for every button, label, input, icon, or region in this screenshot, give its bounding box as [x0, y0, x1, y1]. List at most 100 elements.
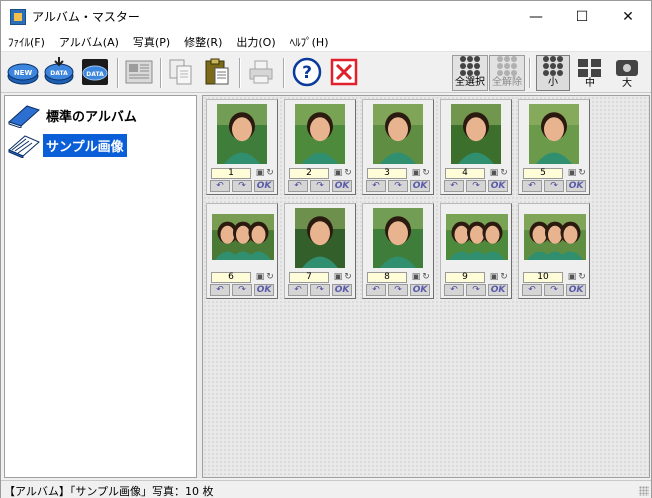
print-button[interactable]	[245, 56, 277, 88]
photo-number[interactable]: 3	[367, 168, 407, 179]
ok-button[interactable]: OK	[566, 284, 586, 296]
minimize-button[interactable]: —	[513, 1, 559, 32]
rotate-left-button[interactable]: ↶	[288, 180, 308, 192]
rotate-right-button[interactable]: ↷	[310, 180, 330, 192]
album-standard[interactable]: 標準のアルバム	[7, 100, 140, 130]
photo-thumbnail[interactable]: 3 ▣ ↻ ↶ ↷ OK	[362, 99, 434, 195]
rotate-left-button[interactable]: ↶	[210, 180, 230, 192]
photo-number[interactable]: 1	[211, 168, 251, 179]
photo-number[interactable]: 2	[289, 168, 329, 179]
photo-number[interactable]: 5	[523, 168, 563, 179]
photo-number[interactable]: 4	[445, 168, 485, 179]
refresh-icon[interactable]: ↻	[499, 167, 509, 179]
rotate-right-button[interactable]: ↷	[466, 284, 486, 296]
refresh-icon[interactable]: ↻	[343, 271, 353, 283]
refresh-icon[interactable]: ↻	[577, 271, 587, 283]
photo-image[interactable]	[446, 214, 508, 260]
help-button[interactable]: ?	[291, 56, 323, 88]
photo-info-icon[interactable]: ▣	[489, 167, 499, 179]
refresh-icon[interactable]: ↻	[499, 271, 509, 283]
rotate-left-button[interactable]: ↶	[366, 284, 386, 296]
new-album-button[interactable]: NEW	[7, 56, 39, 88]
photo-image[interactable]	[295, 208, 345, 268]
menu-album[interactable]: アルバム(A)	[52, 34, 126, 50]
photo-info-icon[interactable]: ▣	[255, 167, 265, 179]
export-data-button[interactable]: DATA	[79, 56, 111, 88]
photo-thumbnail[interactable]: 4 ▣ ↻ ↶ ↷ OK	[440, 99, 512, 195]
photo-thumbnail[interactable]: 2 ▣ ↻ ↶ ↷ OK	[284, 99, 356, 195]
photo-number[interactable]: 10	[523, 272, 563, 283]
rotate-left-button[interactable]: ↶	[366, 180, 386, 192]
album-sample-images[interactable]: サンプル画像	[7, 130, 127, 160]
photo-number[interactable]: 6	[211, 272, 251, 283]
rotate-left-button[interactable]: ↶	[444, 284, 464, 296]
rotate-left-button[interactable]: ↶	[522, 180, 542, 192]
photo-image[interactable]	[212, 214, 274, 260]
paste-button[interactable]	[201, 56, 233, 88]
rotate-right-button[interactable]: ↷	[310, 284, 330, 296]
ok-button[interactable]: OK	[488, 180, 508, 192]
photo-info-icon[interactable]: ▣	[411, 167, 421, 179]
close-window-button[interactable]: ✕	[605, 1, 651, 32]
refresh-icon[interactable]: ↻	[265, 167, 275, 179]
photo-thumbnail[interactable]: 1 ▣ ↻ ↶ ↷ OK	[206, 99, 278, 195]
ok-button[interactable]: OK	[254, 180, 274, 192]
menu-retouch[interactable]: 修整(R)	[177, 34, 229, 50]
ok-button[interactable]: OK	[488, 284, 508, 296]
select-all-button[interactable]: 全選択	[452, 55, 488, 91]
rotate-right-button[interactable]: ↷	[544, 180, 564, 192]
photo-thumbnail[interactable]: 10 ▣ ↻ ↶ ↷ OK	[518, 203, 590, 299]
photo-info-icon[interactable]: ▣	[411, 271, 421, 283]
app-icon[interactable]	[10, 8, 26, 25]
rotate-left-button[interactable]: ↶	[288, 284, 308, 296]
ok-button[interactable]: OK	[410, 180, 430, 192]
menu-photo[interactable]: 写真(P)	[126, 34, 177, 50]
ok-button[interactable]: OK	[410, 284, 430, 296]
photo-thumbnail[interactable]: 6 ▣ ↻ ↶ ↷ OK	[206, 203, 278, 299]
delete-button[interactable]	[328, 56, 360, 88]
photo-info-icon[interactable]: ▣	[333, 271, 343, 283]
photo-image[interactable]	[217, 104, 267, 164]
refresh-icon[interactable]: ↻	[343, 167, 353, 179]
rotate-left-button[interactable]: ↶	[210, 284, 230, 296]
ok-button[interactable]: OK	[332, 284, 352, 296]
rotate-left-button[interactable]: ↶	[444, 180, 464, 192]
photo-image[interactable]	[373, 208, 423, 268]
ok-button[interactable]: OK	[254, 284, 274, 296]
photo-image[interactable]	[524, 214, 586, 260]
photo-image[interactable]	[295, 104, 345, 164]
rotate-right-button[interactable]: ↷	[544, 284, 564, 296]
size-large-button[interactable]: 大	[610, 55, 644, 91]
refresh-icon[interactable]: ↻	[421, 271, 431, 283]
maximize-button[interactable]: ☐	[559, 1, 605, 32]
menu-help[interactable]: ﾍﾙﾌﾟ(H)	[283, 34, 336, 50]
size-small-button[interactable]: 小	[536, 55, 570, 91]
rotate-right-button[interactable]: ↷	[232, 284, 252, 296]
deselect-all-button[interactable]: 全解除	[489, 55, 525, 91]
photo-number[interactable]: 9	[445, 272, 485, 283]
rotate-right-button[interactable]: ↷	[388, 284, 408, 296]
refresh-icon[interactable]: ↻	[577, 167, 587, 179]
menu-file[interactable]: ﾌｧｲﾙ(F)	[1, 34, 52, 50]
rotate-right-button[interactable]: ↷	[388, 180, 408, 192]
resize-grip[interactable]	[639, 486, 649, 496]
ok-button[interactable]: OK	[332, 180, 352, 192]
print-layout-button[interactable]	[123, 56, 155, 88]
rotate-right-button[interactable]: ↷	[232, 180, 252, 192]
photo-info-icon[interactable]: ▣	[567, 167, 577, 179]
import-data-button[interactable]: DATA	[43, 56, 75, 88]
photo-thumbnail[interactable]: 5 ▣ ↻ ↶ ↷ OK	[518, 99, 590, 195]
photo-info-icon[interactable]: ▣	[489, 271, 499, 283]
photo-info-icon[interactable]: ▣	[333, 167, 343, 179]
photo-image[interactable]	[373, 104, 423, 164]
size-medium-button[interactable]: 中	[573, 55, 607, 91]
photo-image[interactable]	[451, 104, 501, 164]
refresh-icon[interactable]: ↻	[421, 167, 431, 179]
photo-info-icon[interactable]: ▣	[567, 271, 577, 283]
photo-thumbnail[interactable]: 7 ▣ ↻ ↶ ↷ OK	[284, 203, 356, 299]
copy-button[interactable]	[165, 56, 197, 88]
rotate-left-button[interactable]: ↶	[522, 284, 542, 296]
photo-number[interactable]: 7	[289, 272, 329, 283]
ok-button[interactable]: OK	[566, 180, 586, 192]
photo-image[interactable]	[529, 104, 579, 164]
